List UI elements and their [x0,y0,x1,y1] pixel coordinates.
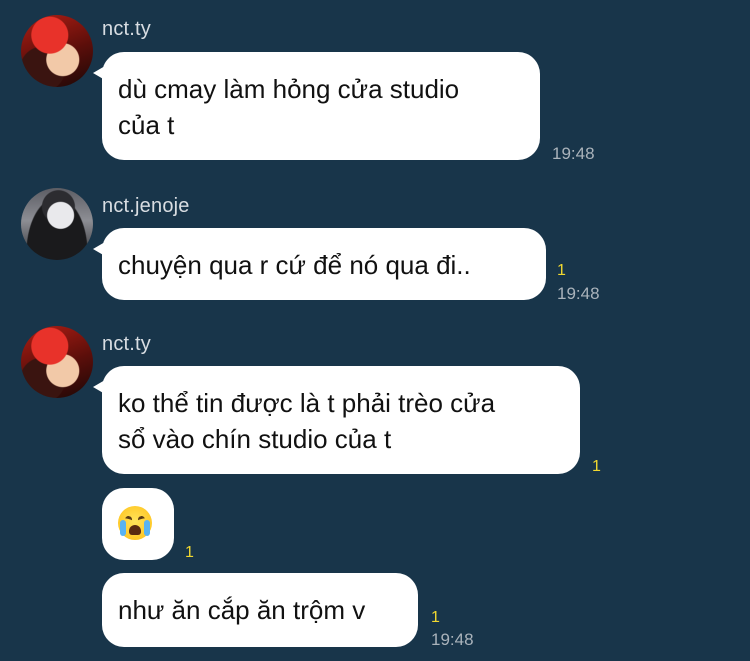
sticker-bubble[interactable] [102,488,174,560]
message-bubble[interactable]: ko thể tin được là t phải trèo cửa sổ và… [93,366,580,474]
avatar-nct-ty[interactable] [21,326,93,398]
message-timestamp: 19:48 [431,630,474,649]
message-text-line: sổ vào chín studio của t [118,424,392,454]
avatar-nct-ty[interactable] [21,15,93,87]
read-count: 1 [592,458,601,475]
sender-name: nct.jenoje [102,195,190,217]
avatar-nct-jenoje[interactable] [21,188,93,260]
read-count: 1 [185,544,194,561]
message-timestamp: 19:48 [552,144,595,163]
message-timestamp: 19:48 [557,284,600,303]
sender-name: nct.ty [102,18,151,40]
message-bubble[interactable]: dù cmay làm hỏng cửa studio của t [93,52,540,160]
message-text-line: dù cmay làm hỏng cửa studio [118,74,460,104]
message-text-line: ko thể tin được là t phải trèo cửa [118,388,496,418]
message-text-line: chuyện qua r cứ để nó qua đi.. [118,250,471,280]
message-bubble[interactable]: như ăn cắp ăn trộm v [102,573,418,647]
sender-name: nct.ty [102,333,151,355]
message-text-line: của t [118,110,175,140]
read-count: 1 [557,262,566,279]
loudly-crying-face-emoji-icon [118,506,152,540]
read-count: 1 [431,609,440,626]
message-text-line: như ăn cắp ăn trộm v [118,595,366,625]
message-bubble[interactable]: chuyện qua r cứ để nó qua đi.. [93,228,546,300]
